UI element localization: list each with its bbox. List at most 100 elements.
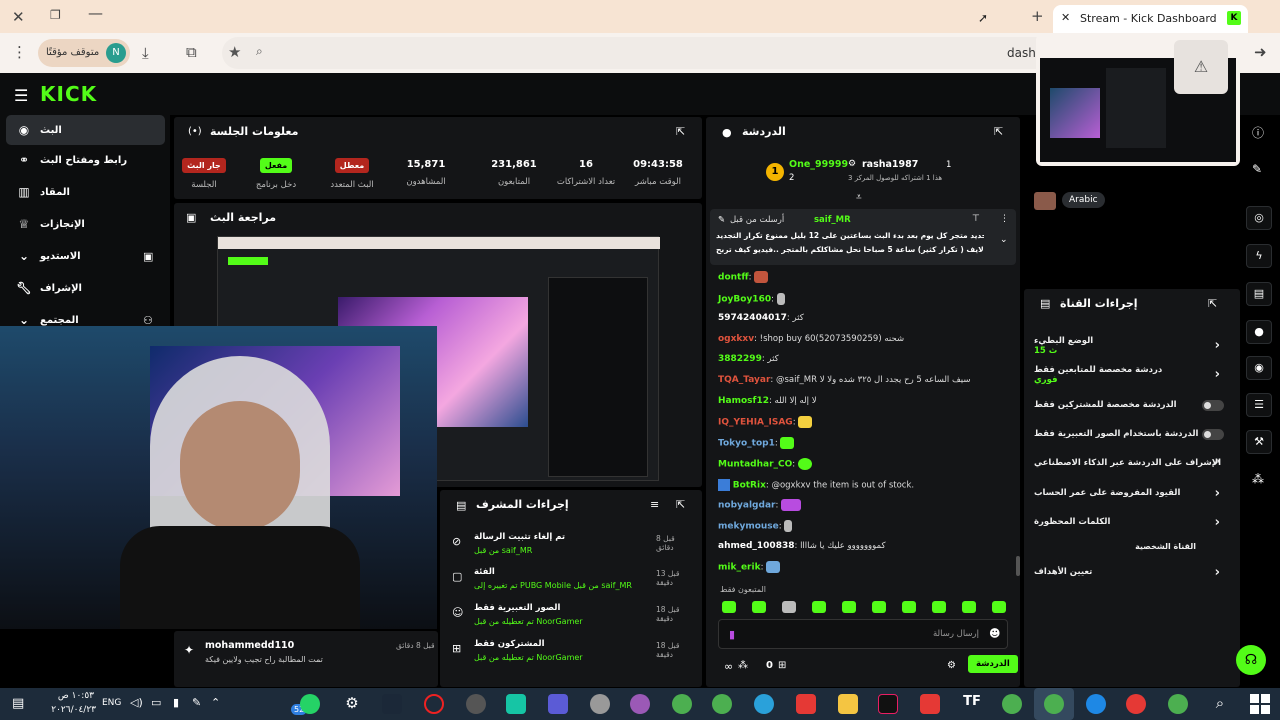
app-icon[interactable]: TF <box>962 694 982 714</box>
chat-username[interactable]: Hamosf12 <box>718 396 769 406</box>
channel-action-banned-words[interactable]: الكلمات المحظورة › <box>1034 515 1224 531</box>
emote-icon[interactable] <box>872 601 886 613</box>
chrome-icon[interactable] <box>1168 694 1188 714</box>
sidebar-item-stream-key[interactable]: ⚭ رابط ومفتاح البث <box>6 145 165 175</box>
emote-icon[interactable] <box>842 601 856 613</box>
rail-button-broadcast[interactable]: ◉ <box>1246 356 1272 380</box>
chrome-icon[interactable] <box>1126 694 1146 714</box>
kick-logo[interactable]: KICK <box>40 82 97 106</box>
emote-icon[interactable] <box>932 601 946 613</box>
chat-username[interactable]: JoyBoy160 <box>718 295 771 305</box>
profile-chip[interactable]: متوقف مؤقتًا N <box>38 39 130 67</box>
edit-icon[interactable]: ✎ <box>1252 162 1262 176</box>
chat-username[interactable]: 59742404017 <box>718 313 787 323</box>
volume-icon[interactable]: ◁) <box>130 696 143 709</box>
app-icon[interactable] <box>466 694 486 714</box>
popout-icon[interactable]: ⇱ <box>1208 297 1217 310</box>
search-icon[interactable]: ⌕ <box>1210 694 1230 714</box>
rail-button-moderation[interactable]: ⚒ <box>1246 430 1272 454</box>
steam-icon[interactable] <box>382 694 402 714</box>
language-indicator[interactable]: ENG <box>102 698 121 708</box>
bookmark-star-icon[interactable]: ★ <box>228 43 241 61</box>
chat-username[interactable]: BotRix <box>733 481 766 491</box>
chat-username[interactable]: mik_erik <box>718 563 761 573</box>
hamburger-menu-icon[interactable]: ☰ <box>14 86 28 105</box>
emote-icon[interactable] <box>992 601 1006 613</box>
channel-action-slow-mode[interactable]: الوضع البطيء 15 ث › <box>1034 336 1224 358</box>
rail-button-list[interactable]: ☰ <box>1246 393 1272 417</box>
tab-kick-dashboard[interactable]: ✕ Stream - Kick Dashboard K <box>1053 5 1248 33</box>
folder-icon[interactable] <box>838 694 858 714</box>
popout-icon[interactable]: ⇱ <box>676 125 685 138</box>
network-icon[interactable]: ▭ <box>151 696 161 709</box>
sidebar-item-stream[interactable]: ◉ البث <box>6 115 165 145</box>
settings-icon[interactable]: ⚙ <box>342 694 362 714</box>
app-icon[interactable] <box>630 694 650 714</box>
chat-username[interactable]: mekymouse <box>718 522 779 532</box>
app-icon[interactable] <box>590 694 610 714</box>
sidebar-item-moderation[interactable]: 🔧︎ الإشراف <box>6 273 165 303</box>
app-icon[interactable] <box>548 694 568 714</box>
channel-action-goals[interactable]: تعيين الأهداف › <box>1034 565 1224 581</box>
chat-send-button[interactable]: الدردشة <box>968 655 1018 673</box>
chat-scrollbar[interactable] <box>1016 556 1020 576</box>
channel-action-followers-only[interactable]: دردشة مخصصة للمتابعين فقط فوري › <box>1034 365 1224 387</box>
emote-icon[interactable] <box>812 601 826 613</box>
forward-arrow-icon[interactable]: ➜ <box>1254 43 1267 61</box>
popout-icon[interactable]: ⇱ <box>676 498 685 511</box>
extensions-icon[interactable]: ⧉ <box>186 43 197 61</box>
chrome-icon[interactable] <box>1044 694 1064 714</box>
app-icon[interactable] <box>796 694 816 714</box>
rail-button-flash[interactable]: ϟ <box>1246 244 1272 268</box>
chat-username[interactable]: ahmed_100838 <box>718 541 794 551</box>
chat-username[interactable]: TQA_Tayar <box>718 375 770 385</box>
language-tag[interactable]: Arabic <box>1062 192 1105 208</box>
chevron-up-icon[interactable]: ⌃ <box>211 696 220 709</box>
windows-start-icon[interactable] <box>1250 694 1270 714</box>
opera-icon[interactable] <box>424 694 444 714</box>
chat-username[interactable]: ogxkxv <box>718 334 754 344</box>
emote-icon[interactable] <box>722 601 736 613</box>
clock-date[interactable]: ٢٠٢٦/٠٤/٢٣ <box>44 705 96 715</box>
pin-icon[interactable]: ⊤ <box>972 214 980 224</box>
chrome-icon[interactable] <box>712 694 732 714</box>
download-icon[interactable]: ⤓ <box>142 44 149 62</box>
chat-username[interactable]: IQ_YEHIA_ISAG <box>718 418 793 428</box>
chat-username[interactable]: Tokyo_top1 <box>718 439 775 449</box>
minimize-window-icon[interactable]: — <box>88 4 103 22</box>
app-icon[interactable] <box>506 694 526 714</box>
whatsapp-icon[interactable] <box>300 694 320 714</box>
close-window-icon[interactable]: ✕ <box>12 8 25 26</box>
chat-username[interactable]: dontff <box>718 273 749 283</box>
chrome-icon[interactable] <box>1002 694 1022 714</box>
emote-icon[interactable] <box>962 601 976 613</box>
subscribers-only-toggle[interactable] <box>1202 400 1224 411</box>
mic-icon[interactable]: ▮ <box>729 628 735 641</box>
chrome-icon[interactable] <box>672 694 692 714</box>
rail-button-target[interactable]: ◎ <box>1246 206 1272 230</box>
emoji-icon[interactable]: ☻ <box>989 627 1000 640</box>
gear-icon[interactable]: ⚙ <box>947 660 956 671</box>
more-icon[interactable]: ⋮ <box>1000 214 1009 224</box>
channel-action-account-age[interactable]: القيود المفروضة على عمر الحساب › <box>1034 486 1224 502</box>
edge-icon[interactable] <box>1086 694 1106 714</box>
app-icon[interactable] <box>920 694 940 714</box>
popout-icon[interactable]: ⇱ <box>994 125 1003 138</box>
info-icon[interactable]: ⓘ <box>1252 124 1264 141</box>
sidebar-item-achievements[interactable]: ♕ الإنجازات <box>6 209 165 239</box>
rail-button-chat[interactable]: ● <box>1246 320 1272 344</box>
chat-username[interactable]: 3882299 <box>718 354 762 364</box>
emote-icon[interactable] <box>902 601 916 613</box>
channel-action-ai-moderation[interactable]: الإشراف على الدردشة عبر الذكاء الاصطناعي… <box>1034 458 1224 472</box>
community-icon[interactable]: ⁂ <box>1252 472 1264 486</box>
chat-input[interactable]: ▮ إرسال رسالة ☻ <box>718 619 1008 649</box>
tiktok-icon[interactable] <box>878 694 898 714</box>
sidebar-item-analytics[interactable]: ▥ المقاد <box>6 177 165 207</box>
tab-close-icon[interactable]: ✕ <box>1061 11 1070 24</box>
emote-only-toggle[interactable] <box>1202 429 1224 440</box>
chat-username[interactable]: nobyalgdar <box>718 501 775 511</box>
emote-icon[interactable] <box>752 601 766 613</box>
notification-icon[interactable]: ▤ <box>12 696 24 711</box>
new-tab-icon[interactable]: + <box>1031 7 1044 25</box>
collapse-icon[interactable]: ⩡ <box>856 192 862 203</box>
